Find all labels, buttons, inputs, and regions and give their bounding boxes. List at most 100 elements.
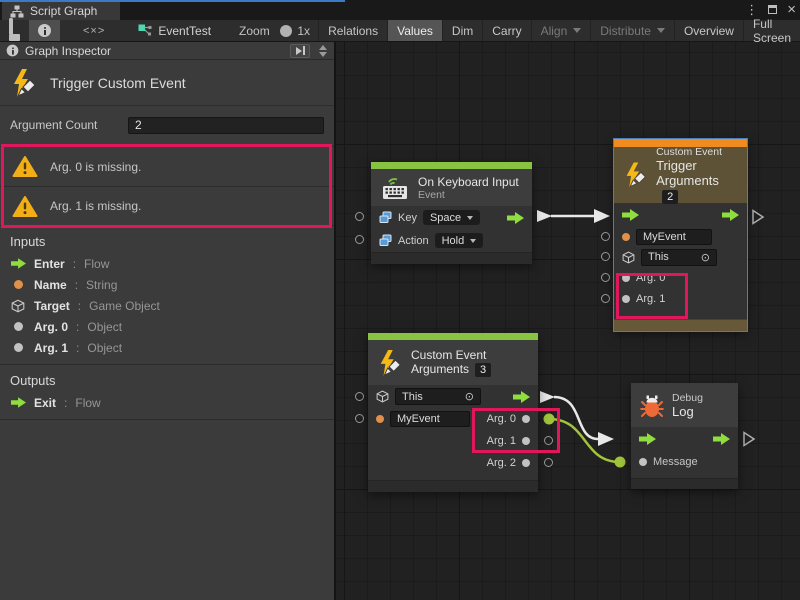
node-footer <box>371 252 532 264</box>
flow-row <box>631 427 738 451</box>
cube-icon[interactable] <box>376 390 389 403</box>
inspector-toggle-button[interactable] <box>29 20 60 41</box>
object-port[interactable] <box>622 274 630 282</box>
flow-in-port[interactable] <box>639 433 656 445</box>
target-row: This⊙ <box>368 385 538 408</box>
fullscreen-button[interactable]: Full Screen <box>743 20 800 41</box>
port-key-input[interactable] <box>355 212 364 221</box>
flow-continuation-triangle[interactable] <box>742 431 756 447</box>
object-picker-icon[interactable]: ⊙ <box>465 390 474 403</box>
values-button[interactable]: Values <box>387 20 442 41</box>
string-port[interactable] <box>376 415 384 423</box>
input-row-name: Name:String <box>0 274 334 295</box>
relations-button[interactable]: Relations <box>318 20 387 41</box>
port-event-arg1-out[interactable] <box>544 436 553 445</box>
string-port-icon <box>14 280 23 289</box>
flow-out-port[interactable] <box>513 391 530 403</box>
argument-count-input[interactable] <box>128 117 324 134</box>
graph-icon <box>10 5 24 18</box>
node-header: Custom Event Arguments3 <box>368 340 538 385</box>
port-event-name[interactable] <box>355 414 364 423</box>
node-debug-log[interactable]: Debug Log Message <box>631 383 738 489</box>
scroll-spinner[interactable] <box>316 45 330 57</box>
zoom-value: 1x <box>297 20 318 41</box>
object-port[interactable] <box>622 295 630 303</box>
carry-button[interactable]: Carry <box>482 20 530 41</box>
unit-title-block: Trigger Custom Event <box>0 60 334 106</box>
dim-button[interactable]: Dim <box>442 20 482 41</box>
input-row-arg1: Arg. 1:Object <box>0 337 334 358</box>
distribute-dropdown[interactable]: Distribute <box>590 20 674 41</box>
unity-visual-scripting-window: Script Graph ⋮ × <×> EventTest Zoom <box>0 0 800 600</box>
arg-label: Arg. 1 <box>636 293 665 305</box>
action-label: Action <box>398 235 429 247</box>
port-action-input[interactable] <box>355 235 364 244</box>
target-field[interactable]: This⊙ <box>395 388 481 405</box>
custom-event-icon <box>377 349 403 377</box>
overview-button[interactable]: Overview <box>674 20 743 41</box>
warning-text: Arg. 0 is missing. <box>50 160 141 174</box>
object-port-icon <box>14 322 23 331</box>
key-dropdown[interactable]: Space <box>423 210 480 225</box>
port-event-arg2-out[interactable] <box>544 458 553 467</box>
section-divider <box>0 419 334 420</box>
arg0-row: Arg. 0 <box>614 267 747 288</box>
port-trigger-target[interactable] <box>601 252 610 261</box>
action-dropdown[interactable]: Hold <box>435 233 484 248</box>
event-name-field[interactable]: MyEvent <box>390 411 470 427</box>
flow-arrow-icon <box>10 258 26 269</box>
tab-bar: Script Graph ⋮ × <box>0 0 800 20</box>
graph-inspector-panel: Graph Inspector Trigger Custom Event Arg… <box>0 42 336 600</box>
port-trigger-arg1[interactable] <box>601 294 610 303</box>
arg1-row: Arg. 1 <box>368 430 538 452</box>
port-event-target[interactable] <box>355 392 364 401</box>
zoom-slider-handle[interactable] <box>280 25 292 37</box>
string-port[interactable] <box>622 233 630 241</box>
event-name-row: MyEvent Arg. 0 <box>368 408 538 430</box>
flow-continuation-triangle[interactable] <box>751 209 765 225</box>
node-header: On Keyboard Input Event <box>371 169 532 206</box>
port-trigger-arg0[interactable] <box>601 273 610 282</box>
argument-count-row: Argument Count <box>10 114 324 136</box>
arg-label: Arg. 0 <box>636 272 665 284</box>
lock-icon <box>9 20 20 41</box>
flow-out-port[interactable] <box>722 209 739 221</box>
node-on-keyboard-input[interactable]: On Keyboard Input Event Key Space <box>371 162 532 264</box>
outputs-header: Outputs <box>0 365 334 392</box>
message-row: Message <box>631 451 738 473</box>
object-out-port[interactable] <box>522 437 530 445</box>
flow-in-port[interactable] <box>622 209 639 221</box>
object-out-port[interactable] <box>522 459 530 467</box>
tab-script-graph[interactable]: Script Graph <box>2 2 120 20</box>
node-trigger-custom-event[interactable]: Custom Event Trigger Arguments2 MyEvent … <box>614 139 747 331</box>
input-row-enter: Enter:Flow <box>0 253 334 274</box>
zoom-slider[interactable] <box>284 30 290 32</box>
target-field[interactable]: This⊙ <box>641 249 717 266</box>
enum-icon <box>379 234 392 247</box>
lock-button[interactable] <box>0 20 29 41</box>
key-label: Key <box>398 212 417 224</box>
cube-icon[interactable] <box>622 251 635 264</box>
node-custom-event[interactable]: Custom Event Arguments3 This⊙ MyEvent Ar… <box>368 333 538 492</box>
object-port[interactable] <box>639 458 647 466</box>
object-out-port[interactable] <box>522 415 530 423</box>
graph-reference-button[interactable]: EventTest <box>128 20 221 41</box>
flow-out-port[interactable] <box>713 433 730 445</box>
popout-icon[interactable] <box>290 44 310 58</box>
flow-out-port[interactable] <box>507 212 524 224</box>
warning-row: Arg. 1 is missing. <box>0 186 334 225</box>
arg-label: Arg. 2 <box>487 457 516 469</box>
port-trigger-name[interactable] <box>601 232 610 241</box>
object-picker-icon[interactable]: ⊙ <box>701 251 710 264</box>
warning-icon <box>12 155 38 178</box>
code-view-button[interactable]: <×> <box>74 20 114 41</box>
output-row-exit: Exit:Flow <box>0 392 334 413</box>
graph-name: EventTest <box>158 24 211 38</box>
node-header: Debug Log <box>631 383 738 427</box>
align-dropdown[interactable]: Align <box>531 20 591 41</box>
event-name-field[interactable]: MyEvent <box>636 229 712 245</box>
key-row: Key Space <box>371 206 532 229</box>
node-footer <box>631 478 738 489</box>
warning-icon <box>12 195 38 218</box>
graph-canvas[interactable]: On Keyboard Input Event Key Space <box>336 42 800 600</box>
